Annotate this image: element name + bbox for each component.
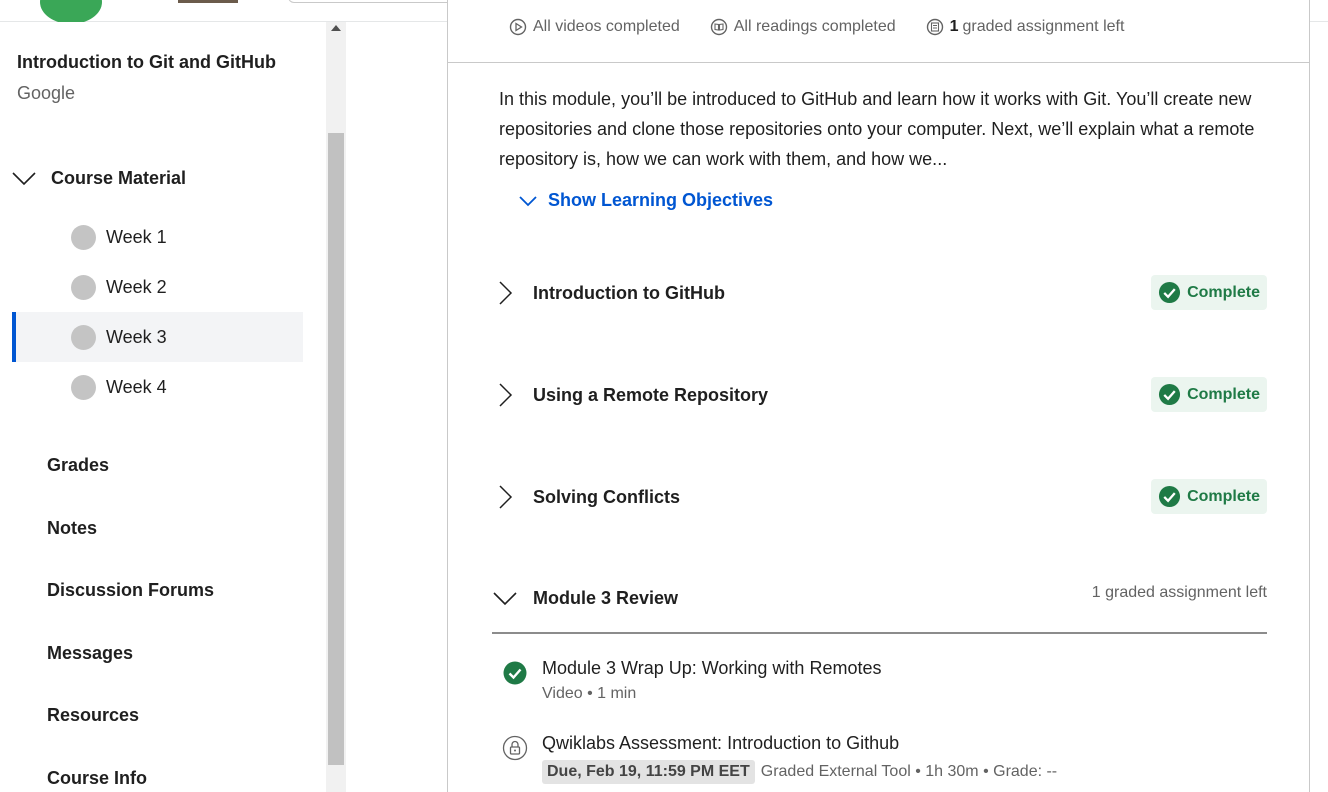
chevron-down-icon: [493, 592, 517, 606]
sidebar-item-week-4[interactable]: Week 4: [12, 362, 303, 412]
readings-stat: All readings completed: [710, 18, 896, 36]
week-label: Week 1: [106, 226, 167, 247]
lesson-solving-conflicts[interactable]: Solving Conflicts Complete: [492, 477, 1267, 517]
show-learning-objectives-button[interactable]: Show Learning Objectives: [518, 190, 773, 211]
course-material-label: Course Material: [51, 167, 187, 188]
sidebar-link-grades[interactable]: Grades: [47, 455, 109, 476]
lesson-using-a-remote-repository[interactable]: Using a Remote Repository Complete: [492, 375, 1267, 415]
check-circle-icon: [1159, 281, 1181, 304]
sidebar-link-notes[interactable]: Notes: [47, 518, 97, 539]
progress-dot-icon: [71, 274, 96, 300]
partner-logo[interactable]: [40, 0, 102, 24]
chevron-down-icon: [12, 172, 36, 186]
module-review-toggle[interactable]: Module 3 Review 1 graded assignment left: [492, 582, 1267, 614]
complete-label: Complete: [1187, 385, 1260, 403]
sidebar-item-week-3[interactable]: Week 3: [12, 312, 303, 362]
course-partner: Google: [17, 83, 76, 103]
videos-stat-label: All videos completed: [533, 18, 680, 35]
sidebar-item-week-2[interactable]: Week 2: [12, 262, 303, 312]
graded-stat: 1 graded assignment left: [926, 18, 1125, 36]
graded-stat-label: graded assignment left: [962, 18, 1125, 35]
complete-badge: Complete: [1151, 275, 1267, 310]
check-circle-icon: [1159, 485, 1181, 508]
week-label: Week 4: [106, 376, 167, 397]
week-label: Week 2: [106, 276, 167, 297]
lock-icon: [502, 735, 528, 761]
lesson-title: Using a Remote Repository: [533, 384, 769, 405]
chevron-right-icon: [499, 281, 513, 305]
item-meta: Due, Feb 19, 11:59 PM EET Graded Externa…: [542, 760, 1057, 784]
lesson-introduction-to-github[interactable]: Introduction to GitHub Complete: [492, 273, 1267, 313]
course-material-toggle[interactable]: Course Material: [12, 163, 186, 193]
scroll-up-arrow-icon[interactable]: [331, 25, 341, 31]
sidebar-link-course-info[interactable]: Course Info: [47, 768, 147, 789]
book-icon: [710, 18, 727, 36]
scrollbar-thumb[interactable]: [328, 133, 344, 765]
complete-badge: Complete: [1151, 377, 1267, 412]
progress-dot-icon: [71, 374, 96, 400]
check-circle-icon: [1159, 383, 1181, 406]
course-title[interactable]: Introduction to Git and GitHub: [17, 52, 276, 73]
week-label: Week 3: [106, 326, 167, 347]
lesson-title: Solving Conflicts: [533, 486, 681, 507]
learning-objectives-label: Show Learning Objectives: [548, 190, 774, 210]
sidebar-link-messages[interactable]: Messages: [47, 643, 133, 664]
profile-thumbnail[interactable]: [178, 0, 238, 3]
readings-stat-label: All readings completed: [733, 18, 896, 35]
module-stats: All videos completed All readings comple…: [509, 18, 1154, 36]
sidebar-link-resources[interactable]: Resources: [47, 705, 139, 726]
graded-count: 1: [949, 18, 959, 35]
item-meta: Video • 1 min: [542, 685, 636, 703]
item-meta-text: Video • 1 min: [542, 685, 637, 702]
module-card: All videos completed All readings comple…: [447, 0, 1310, 792]
complete-label: Complete: [1187, 283, 1260, 301]
item-title[interactable]: Qwiklabs Assessment: Introduction to Git…: [542, 733, 899, 754]
play-circle-icon: [509, 18, 527, 36]
item-title[interactable]: Module 3 Wrap Up: Working with Remotes: [542, 658, 881, 679]
item-meta-text: Graded External Tool • 1h 30m • Grade: -…: [760, 763, 1058, 780]
videos-stat: All videos completed: [509, 18, 680, 36]
chevron-down-icon: [519, 195, 537, 206]
progress-dot-icon: [71, 224, 96, 250]
divider: [448, 62, 1309, 63]
module-description: In this module, you’ll be introduced to …: [499, 89, 1255, 169]
progress-dot-icon: [71, 324, 96, 350]
assignment-icon: [926, 18, 943, 36]
chevron-right-icon: [499, 383, 513, 407]
module-review-status: 1 graded assignment left: [1091, 584, 1267, 601]
complete-label: Complete: [1187, 487, 1260, 505]
sidebar-scrollbar[interactable]: [326, 22, 346, 792]
course-sidebar: Introduction to Git and GitHub Google Co…: [0, 22, 326, 792]
sidebar-link-discussion-forums[interactable]: Discussion Forums: [47, 580, 214, 601]
check-circle-icon: [503, 661, 527, 685]
due-date-badge: Due, Feb 19, 11:59 PM EET: [542, 760, 755, 784]
sidebar-item-week-1[interactable]: Week 1: [12, 212, 303, 262]
divider: [492, 632, 1267, 634]
lesson-title: Introduction to GitHub: [533, 282, 725, 303]
module-review-title: Module 3 Review: [533, 587, 679, 608]
chevron-right-icon: [499, 485, 513, 509]
complete-badge: Complete: [1151, 479, 1267, 514]
